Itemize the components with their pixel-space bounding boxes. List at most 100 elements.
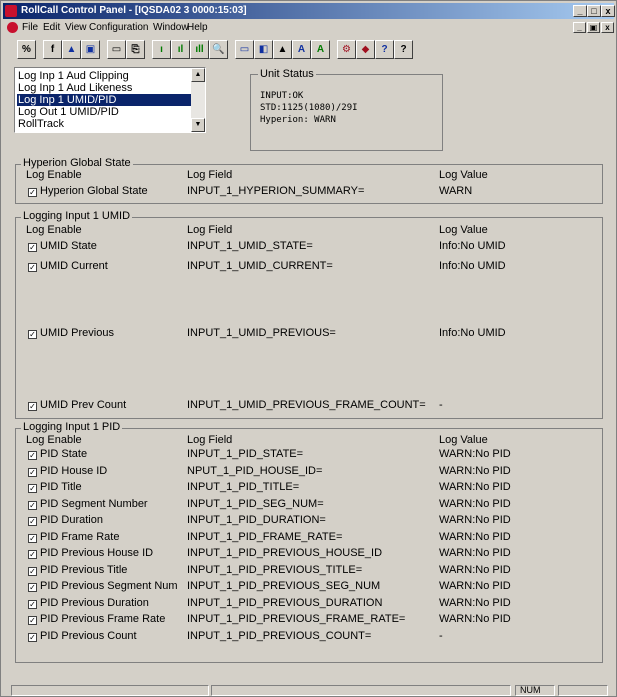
log-enable-checkbox[interactable]: ✓ UMID Current [28, 259, 108, 273]
log-enable-checkbox[interactable]: ✓ PID Segment Number [28, 497, 148, 511]
list-item[interactable]: Log Out 1 UMID/PID [17, 106, 192, 118]
checkbox-check-icon[interactable]: ✓ [28, 583, 37, 592]
listbox-scrollbar[interactable]: ▲ ▼ [191, 68, 205, 132]
window-title: RollCall Control Panel - [IQSDA02 3 0000… [21, 5, 247, 16]
bar-graph-small-icon[interactable]: ı [152, 40, 171, 59]
list-item[interactable]: Log Inp 1 Aud Clipping [17, 70, 192, 82]
toolbar: % f ▲ ▣ ▭ ⎘ ı ıl ıll 🔍 ▭ ◧ ▲ A A ⚙ ◆ ? ? [3, 38, 614, 62]
save-tool-icon[interactable]: ▣ [81, 40, 100, 59]
scroll-up-icon[interactable]: ▲ [191, 68, 205, 82]
minimize-button[interactable]: _ [573, 5, 587, 17]
font-green-tool-icon[interactable]: A [311, 40, 330, 59]
log-value-cell: WARN:No PID [439, 613, 511, 625]
log-field-header: Log Field [187, 224, 233, 236]
mdi-restore-button[interactable]: ▣ [587, 22, 600, 33]
checkbox-check-icon[interactable]: ✓ [28, 616, 37, 625]
lock-tool-icon[interactable]: ▲ [273, 40, 292, 59]
diamond-tool-icon[interactable]: ◆ [356, 40, 375, 59]
log-enable-checkbox[interactable]: ✓ PID Duration [28, 513, 103, 527]
mdi-minimize-button[interactable]: _ [573, 22, 586, 33]
menu-window[interactable]: Window [153, 20, 189, 36]
load-tool-icon[interactable]: ▲ [62, 40, 81, 59]
title-bar[interactable]: RollCall Control Panel - [IQSDA02 3 0000… [3, 3, 615, 19]
mdi-child-icon[interactable] [7, 22, 18, 33]
menu-configuration[interactable]: Configuration [89, 20, 148, 36]
list-item[interactable]: RollTrack [17, 118, 192, 130]
maximize-button[interactable]: □ [587, 5, 601, 17]
log-enable-checkbox[interactable]: ✓ PID Previous House ID [28, 546, 153, 560]
template-listbox[interactable]: Log Inp 1 Aud Clipping Log Inp 1 Aud Lik… [14, 67, 206, 133]
settings-tool-icon[interactable]: ⚙ [337, 40, 356, 59]
log-enable-checkbox[interactable]: ✓ PID Previous Count [28, 629, 137, 643]
log-enable-label: Hyperion Global State [40, 185, 148, 197]
menu-edit[interactable]: Edit [43, 20, 60, 36]
checkbox-check-icon[interactable]: ✓ [28, 567, 37, 576]
log-enable-label: PID Title [40, 481, 82, 493]
log-enable-checkbox[interactable]: ✓ PID Previous Frame Rate [28, 612, 165, 626]
list-item[interactable]: Log Inp 1 Aud Likeness [17, 82, 192, 94]
log-enable-label: PID Previous House ID [40, 547, 154, 559]
log-enable-checkbox[interactable]: ✓ UMID State [28, 239, 97, 253]
checkbox-check-icon[interactable]: ✓ [28, 600, 37, 609]
log-value-cell: WARN:No PID [439, 564, 511, 576]
window-tool-icon[interactable]: ▭ [107, 40, 126, 59]
log-enable-label: PID Segment Number [40, 498, 148, 510]
checkbox-check-icon[interactable]: ✓ [28, 633, 37, 642]
log-value-header: Log Value [439, 434, 488, 446]
log-enable-checkbox[interactable]: ✓ PID Title [28, 480, 82, 494]
log-enable-checkbox[interactable]: ✓ Hyperion Global State [28, 184, 148, 198]
checkbox-check-icon[interactable]: ✓ [28, 550, 37, 559]
log-enable-checkbox[interactable]: ✓ PID State [28, 447, 87, 461]
log-field-cell: INPUT_1_PID_PREVIOUS_TITLE= [187, 564, 363, 576]
log-enable-checkbox[interactable]: ✓ PID Previous Title [28, 563, 127, 577]
copy-tool-icon[interactable]: ⎘ [126, 40, 145, 59]
checkbox-check-icon[interactable]: ✓ [28, 534, 37, 543]
log-enable-checkbox[interactable]: ✓ PID Previous Duration [28, 596, 149, 610]
list-item-selected[interactable]: Log Inp 1 UMID/PID [17, 94, 192, 106]
checkbox-check-icon[interactable]: ✓ [28, 188, 37, 197]
log-field-cell: NPUT_1_PID_HOUSE_ID= [187, 465, 323, 477]
scroll-down-icon[interactable]: ▼ [191, 118, 205, 132]
log-enable-label: PID Previous Segment Num [40, 580, 178, 592]
checkbox-check-icon[interactable]: ✓ [28, 451, 37, 460]
percent-tool-icon[interactable]: % [17, 40, 36, 59]
log-enable-checkbox[interactable]: ✓ UMID Previous [28, 326, 114, 340]
checkbox-check-icon[interactable]: ✓ [28, 484, 37, 493]
log-field-cell: INPUT_1_PID_PREVIOUS_HOUSE_ID [187, 547, 383, 559]
checkbox-check-icon[interactable]: ✓ [28, 263, 37, 272]
font-tool-icon[interactable]: A [292, 40, 311, 59]
checkbox-check-icon[interactable]: ✓ [28, 517, 37, 526]
log-enable-label: UMID Prev Count [40, 399, 127, 411]
about-tool-icon[interactable]: ? [375, 40, 394, 59]
log-field-cell: INPUT_1_HYPERION_SUMMARY= [187, 185, 365, 197]
checkbox-check-icon[interactable]: ✓ [28, 330, 37, 339]
mdi-close-button[interactable]: x [601, 22, 614, 33]
log-enable-checkbox[interactable]: ✓ PID Frame Rate [28, 530, 119, 544]
checkbox-check-icon[interactable]: ✓ [28, 468, 37, 477]
monitor-tool-icon[interactable]: ▭ [235, 40, 254, 59]
log-enable-checkbox[interactable]: ✓ UMID Prev Count [28, 398, 126, 412]
checkbox-check-icon[interactable]: ✓ [28, 402, 37, 411]
bar-graph-large-icon[interactable]: ıll [190, 40, 209, 59]
menu-file[interactable]: File [22, 20, 38, 36]
bar-graph-medium-icon[interactable]: ıl [171, 40, 190, 59]
num-lock-indicator: NUM [515, 685, 555, 696]
log-value-cell: Info:No UMID [439, 260, 506, 272]
checkbox-check-icon[interactable]: ✓ [28, 243, 37, 252]
layout-tool-icon[interactable]: ◧ [254, 40, 273, 59]
log-enable-label: PID Previous Count [40, 630, 137, 642]
log-field-cell: INPUT_1_PID_PREVIOUS_FRAME_RATE= [187, 613, 406, 625]
menu-view[interactable]: View [65, 20, 87, 36]
close-button[interactable]: x [601, 5, 615, 17]
function-tool-icon[interactable]: f [43, 40, 62, 59]
menu-help[interactable]: Help [187, 20, 208, 36]
help-tool-icon[interactable]: ? [394, 40, 413, 59]
checkbox-check-icon[interactable]: ✓ [28, 501, 37, 510]
log-value-cell: WARN:No PID [439, 481, 511, 493]
log-field-header: Log Field [187, 434, 233, 446]
app-icon[interactable] [5, 5, 17, 17]
search-tool-icon[interactable]: 🔍 [209, 40, 228, 59]
log-enable-checkbox[interactable]: ✓ PID Previous Segment Num [28, 579, 178, 593]
log-enable-checkbox[interactable]: ✓ PID House ID [28, 464, 107, 478]
log-enable-label: PID Previous Title [40, 564, 128, 576]
